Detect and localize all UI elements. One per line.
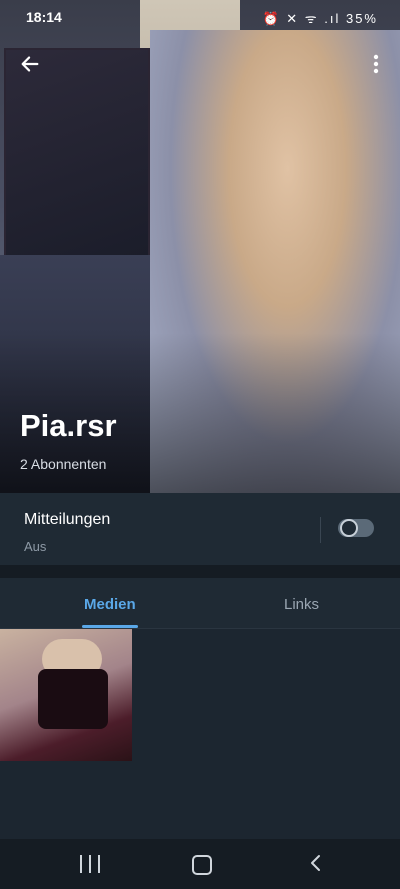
home-button[interactable] xyxy=(192,855,212,875)
status-bar: 18:14 ⏰ ✕ ᯤ .ıl 35% xyxy=(0,6,400,30)
notifications-divider xyxy=(320,517,321,543)
media-tabs: Medien Links xyxy=(0,578,400,629)
toggle-knob xyxy=(340,519,358,537)
thumb-clothing xyxy=(38,669,108,729)
notifications-state: Aus xyxy=(24,539,47,554)
notifications-row[interactable]: Mitteilungen Aus xyxy=(0,493,400,565)
active-tab-indicator xyxy=(82,625,138,628)
recents-button[interactable] xyxy=(80,855,100,873)
profile-name: Pia.rsr xyxy=(20,408,117,443)
nav-back-icon[interactable] xyxy=(306,853,326,873)
tab-media[interactable]: Medien xyxy=(84,596,136,613)
arrow-left-icon xyxy=(21,56,39,72)
section-gap xyxy=(0,565,400,578)
back-button[interactable] xyxy=(14,48,46,80)
notifications-label: Mitteilungen xyxy=(24,511,111,528)
notifications-toggle[interactable] xyxy=(338,519,374,537)
media-grid xyxy=(0,629,400,839)
system-nav-bar xyxy=(0,839,400,889)
media-thumbnail[interactable] xyxy=(0,629,132,761)
status-icons: ⏰ ✕ ᯤ .ıl 35% xyxy=(262,11,378,26)
status-time: 18:14 xyxy=(26,9,62,25)
more-vertical-icon xyxy=(373,54,379,74)
tab-links[interactable]: Links xyxy=(284,596,319,613)
more-options-button[interactable] xyxy=(366,48,386,80)
subscriber-count: 2 Abonnenten xyxy=(20,456,107,472)
